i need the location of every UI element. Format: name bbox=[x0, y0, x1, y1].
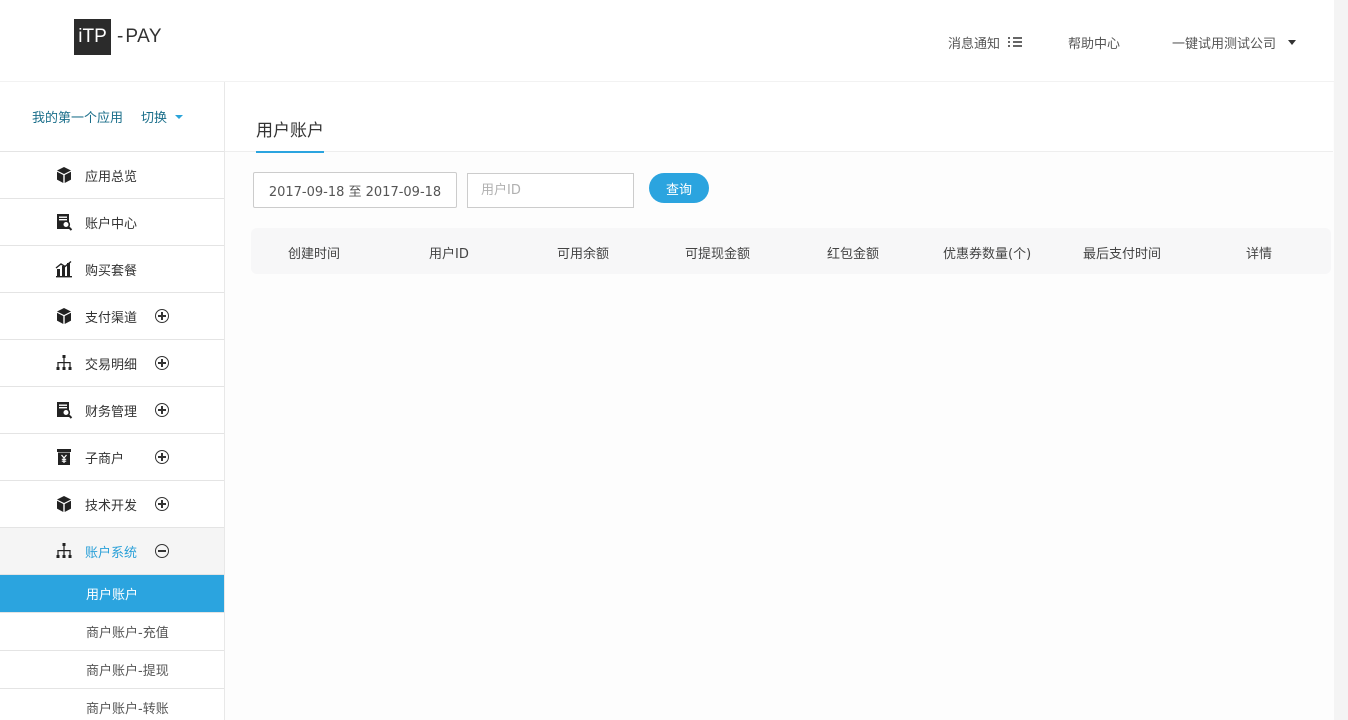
sidebar-item-account-center[interactable]: 账户中心 bbox=[0, 199, 224, 246]
sidebar-item-label: 财务管理 bbox=[85, 404, 138, 420]
list-icon bbox=[1008, 37, 1023, 47]
app-name: 我的第一个应用 bbox=[32, 111, 124, 126]
expand-plus-icon[interactable] bbox=[155, 497, 169, 511]
bar-chart-icon bbox=[55, 260, 73, 278]
sidebar-item-label: 应用总览 bbox=[85, 169, 138, 185]
sidebar-item-sub-merchants[interactable]: 子商户 bbox=[0, 434, 224, 481]
app-switcher: 我的第一个应用 切换 bbox=[0, 82, 224, 152]
document-search-icon bbox=[55, 213, 73, 231]
switch-label: 切换 bbox=[141, 111, 168, 126]
user-id-input[interactable] bbox=[467, 173, 634, 208]
org-chart-icon bbox=[55, 542, 73, 560]
column-header-available-balance: 可用余额 bbox=[557, 247, 610, 262]
help-center-label: 帮助中心 bbox=[1068, 36, 1121, 52]
date-range-picker[interactable]: 2017-09-18 至 2017-09-18 bbox=[253, 172, 457, 208]
switch-app-button[interactable]: 切换 bbox=[141, 107, 184, 126]
expand-plus-icon[interactable] bbox=[155, 450, 169, 464]
sidebar-item-label: 账户系统 bbox=[85, 545, 138, 561]
column-header-coupon-count: 优惠券数量(个) bbox=[943, 247, 1032, 262]
company-dropdown[interactable]: 一键试用测试公司 bbox=[1172, 30, 1297, 54]
yen-box-icon bbox=[55, 448, 73, 466]
sidebar-item-overview[interactable]: 应用总览 bbox=[0, 152, 224, 199]
scrollbar-track[interactable] bbox=[1334, 0, 1348, 720]
sidebar-item-transactions[interactable]: 交易明细 bbox=[0, 340, 224, 387]
column-header-withdrawable-amount: 可提现金额 bbox=[685, 247, 751, 262]
sidebar: 我的第一个应用 切换 应用总览 账户中心 购买套餐 支付渠道 交易明细 财务管理… bbox=[0, 82, 225, 720]
document-search-icon bbox=[55, 401, 73, 419]
sidebar-subitem-merchant-recharge[interactable]: 商户账户-充值 bbox=[0, 613, 224, 651]
expand-plus-icon[interactable] bbox=[155, 309, 169, 323]
cube-icon bbox=[55, 495, 73, 513]
caret-down-icon bbox=[175, 114, 184, 119]
help-center-link[interactable]: 帮助中心 bbox=[1068, 30, 1120, 54]
sidebar-item-label: 账户中心 bbox=[85, 216, 138, 232]
top-header: iTP - PAY 消息通知 帮助中心 一键试用测试公司 bbox=[0, 0, 1348, 82]
collapse-minus-icon[interactable] bbox=[155, 544, 169, 558]
column-header-user-id: 用户ID bbox=[429, 247, 469, 262]
company-name: 一键试用测试公司 bbox=[1172, 36, 1277, 52]
sidebar-item-purchase-plan[interactable]: 购买套餐 bbox=[0, 246, 224, 293]
sidebar-item-label: 子商户 bbox=[85, 451, 125, 467]
sidebar-item-label: 购买套餐 bbox=[85, 263, 138, 279]
column-header-red-packet-amount: 红包金额 bbox=[827, 247, 880, 262]
sidebar-subitem-merchant-transfer[interactable]: 商户账户-转账 bbox=[0, 689, 224, 720]
sidebar-item-payment-channels[interactable]: 支付渠道 bbox=[0, 293, 224, 340]
logo-separator: - bbox=[117, 26, 124, 47]
notifications-link[interactable]: 消息通知 bbox=[948, 30, 1023, 54]
sidebar-item-finance[interactable]: 财务管理 bbox=[0, 387, 224, 434]
caret-down-icon bbox=[1288, 39, 1297, 45]
sidebar-item-label: 技术开发 bbox=[85, 498, 138, 514]
expand-plus-icon[interactable] bbox=[155, 403, 169, 417]
sidebar-item-tech-dev[interactable]: 技术开发 bbox=[0, 481, 224, 528]
sidebar-subitem-user-accounts[interactable]: 用户账户 bbox=[0, 575, 224, 613]
itp-pay-logo[interactable]: iTP - PAY bbox=[74, 19, 162, 55]
sidebar-item-label: 交易明细 bbox=[85, 357, 138, 373]
query-button[interactable]: 查询 bbox=[649, 173, 709, 203]
sidebar-item-account-system[interactable]: 账户系统 bbox=[0, 528, 224, 575]
expand-plus-icon[interactable] bbox=[155, 356, 169, 370]
column-header-last-payment-time: 最后支付时间 bbox=[1083, 247, 1162, 262]
cube-icon bbox=[55, 307, 73, 325]
table-header: 创建时间 用户ID 可用余额 可提现金额 红包金额 优惠券数量(个) 最后支付时… bbox=[251, 228, 1331, 274]
sidebar-item-label: 支付渠道 bbox=[85, 310, 138, 326]
column-header-details: 详情 bbox=[1246, 247, 1273, 262]
tab-bar: 用户账户 bbox=[225, 82, 1333, 153]
main-content: 用户账户 2017-09-18 至 2017-09-18 查询 创建时间 用户I… bbox=[225, 82, 1348, 720]
logo-mark: iTP bbox=[74, 19, 111, 55]
logo-text: PAY bbox=[125, 26, 163, 47]
tab-user-accounts[interactable]: 用户账户 bbox=[256, 116, 324, 153]
column-header-created-time: 创建时间 bbox=[288, 247, 341, 262]
sidebar-subitem-merchant-withdraw[interactable]: 商户账户-提现 bbox=[0, 651, 224, 689]
notifications-label: 消息通知 bbox=[948, 36, 1001, 52]
cube-icon bbox=[55, 166, 73, 184]
org-chart-icon bbox=[55, 354, 73, 372]
